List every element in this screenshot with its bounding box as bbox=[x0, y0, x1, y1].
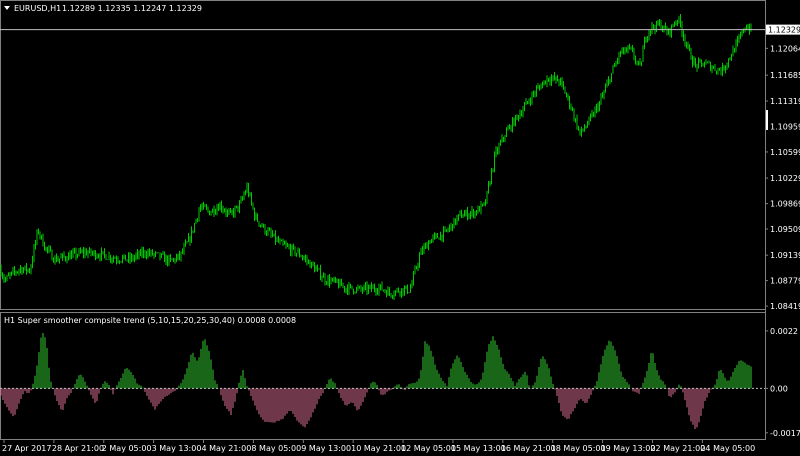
price-axis: 1.12064 1.11685 1.11319 1.10959 1.10599 1.102… bbox=[765, 44, 800, 311]
time-axis-label: 27 Apr 2017 bbox=[2, 444, 51, 453]
price-axis-label: 1.10959 bbox=[770, 122, 800, 131]
time-axis-label: 19 May 13:00 bbox=[601, 444, 656, 453]
price-axis-label: 1.08779 bbox=[770, 277, 800, 286]
trading-terminal: EURUSD,H1 1.12289 1.12335 1.12247 1.1232… bbox=[0, 0, 800, 456]
price-axis-label: 1.10599 bbox=[770, 148, 800, 157]
trend-histogram bbox=[0, 332, 752, 430]
time-axis-label: 16 May 21:00 bbox=[501, 444, 556, 453]
price-axis-label: 1.11685 bbox=[770, 71, 800, 80]
indicator-axis-label: -0.0017 bbox=[770, 429, 800, 438]
scroll-marker[interactable] bbox=[766, 110, 768, 130]
price-axis-label: 1.09869 bbox=[770, 200, 800, 209]
indicator-axis: 0.0022 0.00 -0.0017 bbox=[765, 327, 800, 438]
indicator-title: H1 Super smoother compsite trend (5,10,1… bbox=[4, 316, 296, 325]
time-axis-label: 24 May 05:00 bbox=[700, 444, 755, 453]
price-axis-label: 1.12064 bbox=[770, 44, 800, 53]
indicator-axis-label: 0.00 bbox=[770, 384, 788, 393]
time-axis: 27 Apr 2017 28 Apr 21:002 May 05:00 3 May … bbox=[2, 440, 755, 453]
price-candles bbox=[0, 13, 752, 301]
indicator-axis-label: 0.0022 bbox=[770, 327, 798, 336]
ohlc-values: 1.12289 1.12335 1.12247 1.12329 bbox=[62, 4, 202, 13]
time-axis-label: 4 May 21:00 bbox=[202, 444, 252, 453]
main-panel-border bbox=[0, 0, 766, 310]
symbol-menu-icon[interactable] bbox=[4, 6, 10, 10]
price-axis-label: 1.10229 bbox=[770, 174, 800, 183]
chart-canvas[interactable]: EURUSD,H1 1.12289 1.12335 1.12247 1.1232… bbox=[0, 0, 800, 456]
time-axis-label: 8 May 05:00 bbox=[251, 444, 301, 453]
time-axis-label: 10 May 21:00 bbox=[351, 444, 406, 453]
time-axis-label: 12 May 05:00 bbox=[401, 444, 456, 453]
current-price-tag: 1.12329 bbox=[766, 24, 800, 35]
price-axis-label: 1.11319 bbox=[770, 97, 800, 106]
time-axis-label: 2 May 05:00 bbox=[102, 444, 152, 453]
time-axis-label: 15 May 13:00 bbox=[451, 444, 506, 453]
time-axis-label: 28 Apr 21:00 bbox=[52, 444, 104, 453]
time-axis-label: 18 May 05:00 bbox=[551, 444, 606, 453]
time-axis-label: 3 May 13:00 bbox=[152, 444, 202, 453]
current-price-label: 1.12329 bbox=[768, 26, 800, 35]
price-axis-label: 1.08419 bbox=[770, 302, 800, 311]
price-axis-label: 1.09509 bbox=[770, 225, 800, 234]
price-axis-label: 1.09139 bbox=[770, 251, 800, 260]
symbol-label: EURUSD,H1 bbox=[14, 4, 61, 13]
time-axis-label: 9 May 13:00 bbox=[301, 444, 351, 453]
time-axis-label: 22 May 21:00 bbox=[650, 444, 705, 453]
